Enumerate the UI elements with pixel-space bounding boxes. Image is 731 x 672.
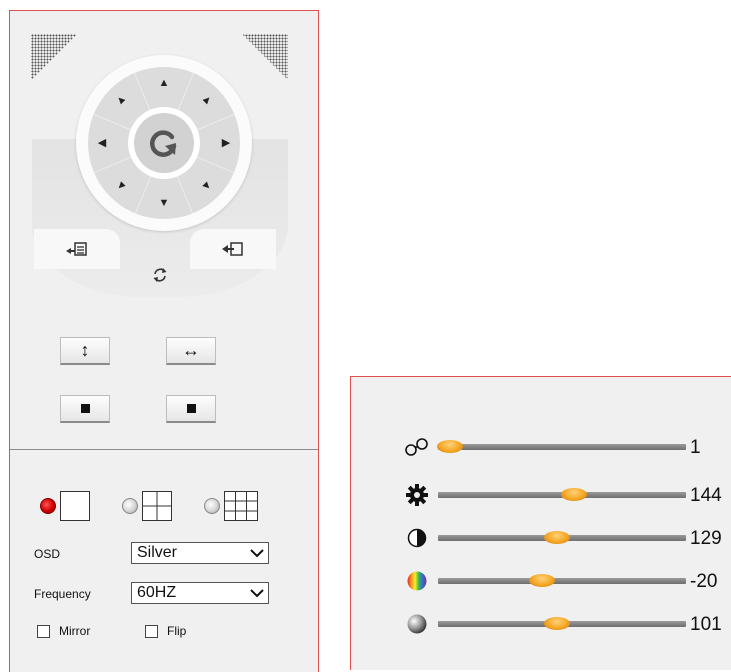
mirror-label: Mirror [59,624,91,638]
reset-position-button[interactable] [149,264,171,286]
preset-list-icon [66,242,87,256]
auto-scan-button[interactable] [134,113,194,173]
pan-up-button[interactable]: ▲ [156,75,172,91]
hue-icon [403,570,431,592]
radio-selected-icon[interactable] [40,498,56,514]
contrast-slider[interactable] [438,531,686,544]
brightness-value: 101 [690,614,722,635]
radio-unselected-icon[interactable] [204,498,220,514]
quad-view-icon [142,491,172,521]
pan-down-button[interactable]: ▼ [156,195,172,211]
ptz-direction-pad: ▲ ▼ ◀ ▶ ▲ ▲ ▼ ▼ [76,55,252,231]
sharpness-slider[interactable] [437,440,686,453]
flip-checkbox[interactable] [145,624,158,638]
chevron-down-icon [250,549,264,558]
contrast-value: 129 [690,528,722,549]
preset-recall-button[interactable] [34,229,120,269]
hue-slider[interactable] [438,574,686,587]
layout-option-quad[interactable] [122,491,172,521]
preset-save-button[interactable] [190,229,276,269]
osd-label: OSD [34,547,61,561]
sharpness-slider-thumb[interactable] [437,440,464,453]
speaker-grille-left-icon [31,34,77,80]
saturation-slider-thumb[interactable] [561,488,588,501]
contrast-icon [403,527,431,549]
hue-slider-thumb[interactable] [529,574,556,587]
pan-left-button[interactable]: ◀ [94,135,110,151]
stop-button-right[interactable] [166,395,216,423]
layout-option-single[interactable] [40,491,90,521]
chevron-down-icon [250,589,264,598]
layout-option-nine[interactable] [204,491,258,521]
sharpness-value: 1 [690,437,701,458]
saturation-icon [403,484,431,506]
section-divider [10,449,318,450]
horizontal-arrows-icon: ↔ [182,340,200,360]
hue-value: -20 [690,571,718,592]
zoom-vertical-button[interactable]: ↕ [60,337,110,365]
osd-selected-value: Silver [137,544,178,561]
speaker-grille-right-icon [242,34,288,80]
radio-unselected-icon[interactable] [122,498,138,514]
brightness-icon [403,613,431,635]
mirror-checkbox[interactable] [37,624,50,638]
rotate-icon [150,130,177,157]
vertical-arrows-icon: ↕ [80,340,90,360]
contrast-slider-thumb[interactable] [544,531,571,544]
preset-save-icon [222,242,243,256]
osd-select[interactable]: Silver [131,542,269,564]
ptz-control-panel: ▲ ▼ ◀ ▶ ▲ ▲ ▼ ▼ ↕ ↔ OSD Silver Frequency… [9,10,319,672]
zoom-horizontal-button[interactable]: ↔ [166,337,216,365]
image-adjustment-panel: 1 144 129 -20 101 [350,376,731,670]
flip-option[interactable]: Flip [145,624,186,638]
pan-right-button[interactable]: ▶ [218,135,234,151]
sharpness-icon [403,436,431,458]
brightness-slider[interactable] [438,617,686,630]
saturation-value: 144 [690,485,722,506]
saturation-slider[interactable] [438,488,686,501]
single-view-icon [60,491,90,521]
flip-label: Flip [167,624,187,638]
mirror-option[interactable]: Mirror [37,624,90,638]
refresh-icon [153,268,167,282]
nine-view-icon [224,491,258,521]
dpad-center [128,107,200,179]
frequency-selected-value: 60HZ [137,584,177,601]
frequency-label: Frequency [34,587,91,601]
frequency-select[interactable]: 60HZ [131,582,269,604]
brightness-slider-thumb[interactable] [544,617,571,630]
stop-button-left[interactable] [60,395,110,423]
stop-icon [186,404,196,413]
stop-icon [80,404,90,413]
